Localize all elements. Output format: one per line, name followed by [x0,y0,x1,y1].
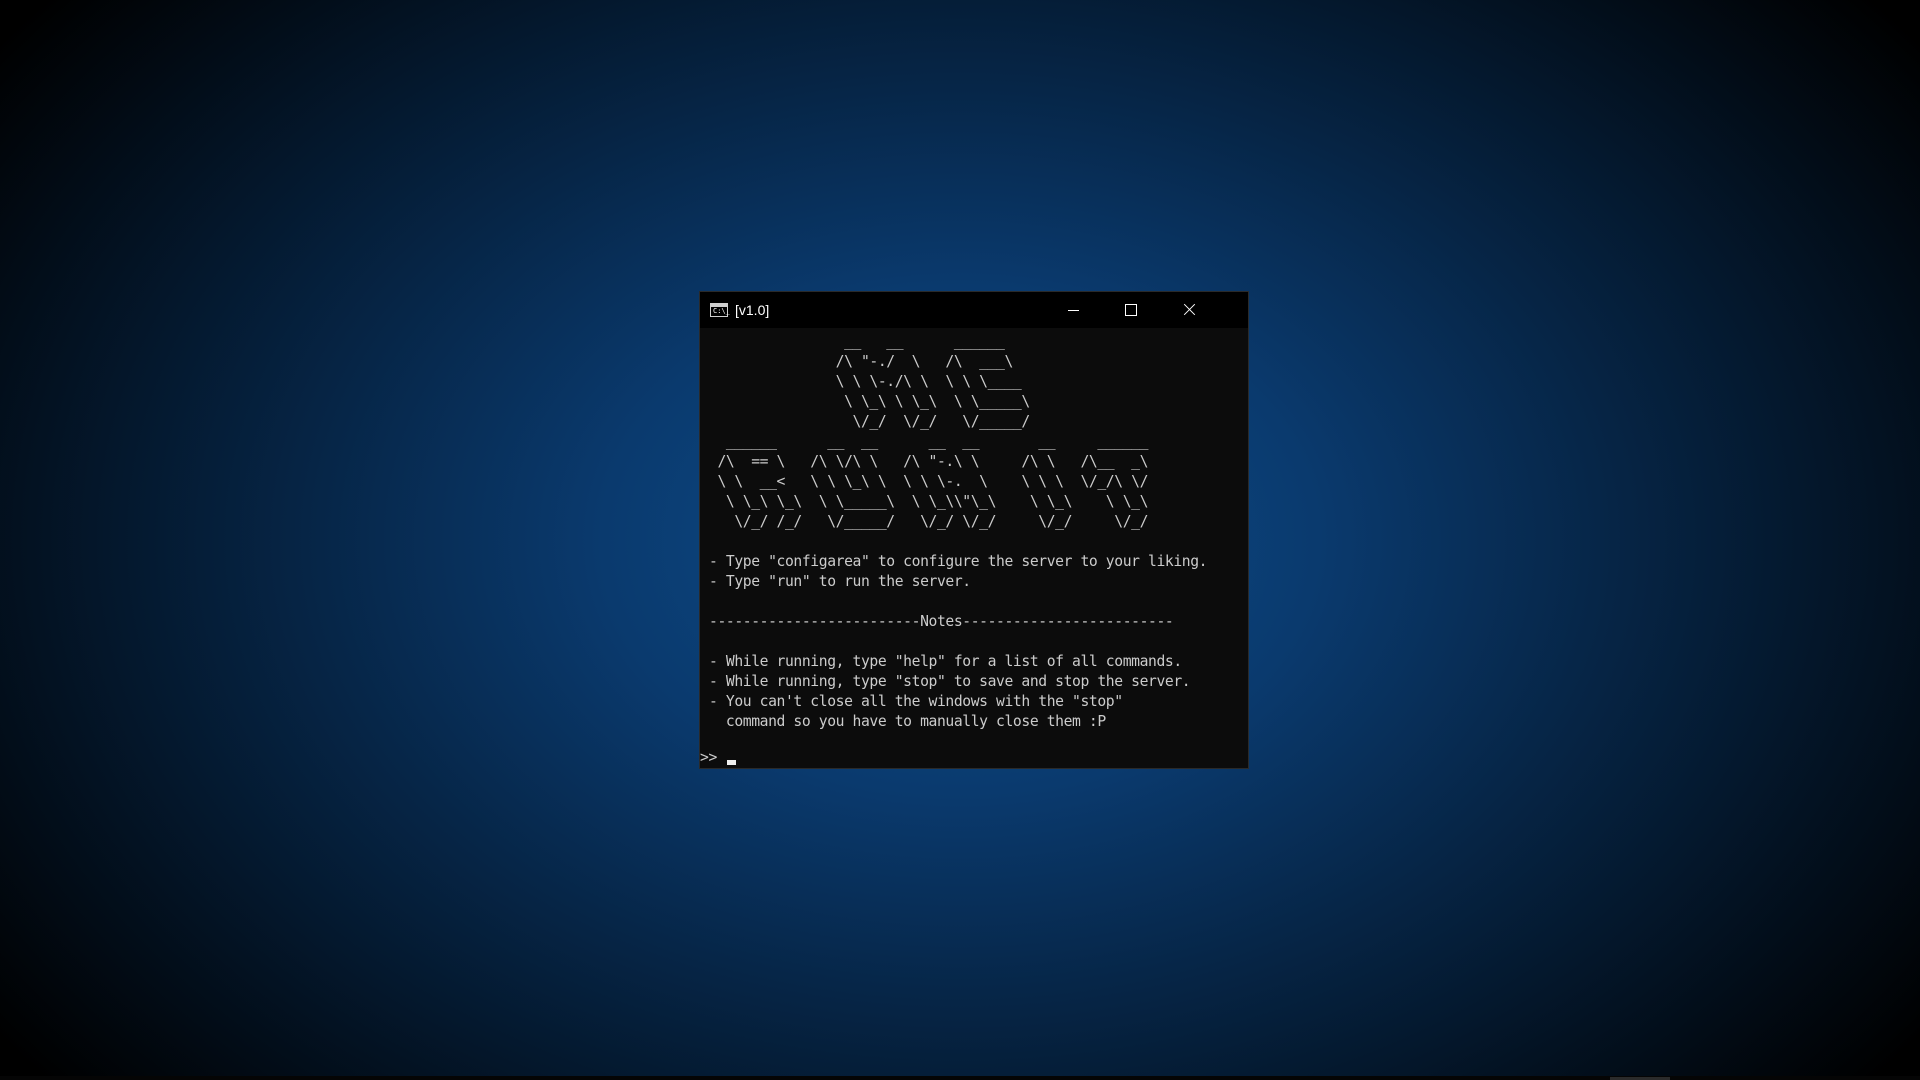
maximize-button[interactable] [1102,292,1160,328]
console-icon-glyph: C:\_ [713,307,730,315]
console-output: __ __ ______ /\ "-./ \ /\ ___\ \ \ \-./\… [709,333,1208,730]
console-body[interactable]: __ __ ______ /\ "-./ \ /\ ___\ \ \ \-./\… [700,328,1248,768]
window-title: [v1.0] [735,302,770,318]
text-cursor [727,760,737,765]
desktop-background: C:\_ [v1.0] __ __ ______ /\ "-./ \ /\ __… [0,0,1920,1080]
command-prompt-line[interactable]: >> [700,748,737,768]
console-icon: C:\_ [710,303,730,317]
minimize-button[interactable] [1044,292,1102,328]
console-window[interactable]: C:\_ [v1.0] __ __ ______ /\ "-./ \ /\ __… [699,291,1249,769]
prompt-symbol: >> [700,749,726,766]
title-bar[interactable]: C:\_ [v1.0] [700,292,1248,328]
close-button[interactable] [1160,292,1218,328]
